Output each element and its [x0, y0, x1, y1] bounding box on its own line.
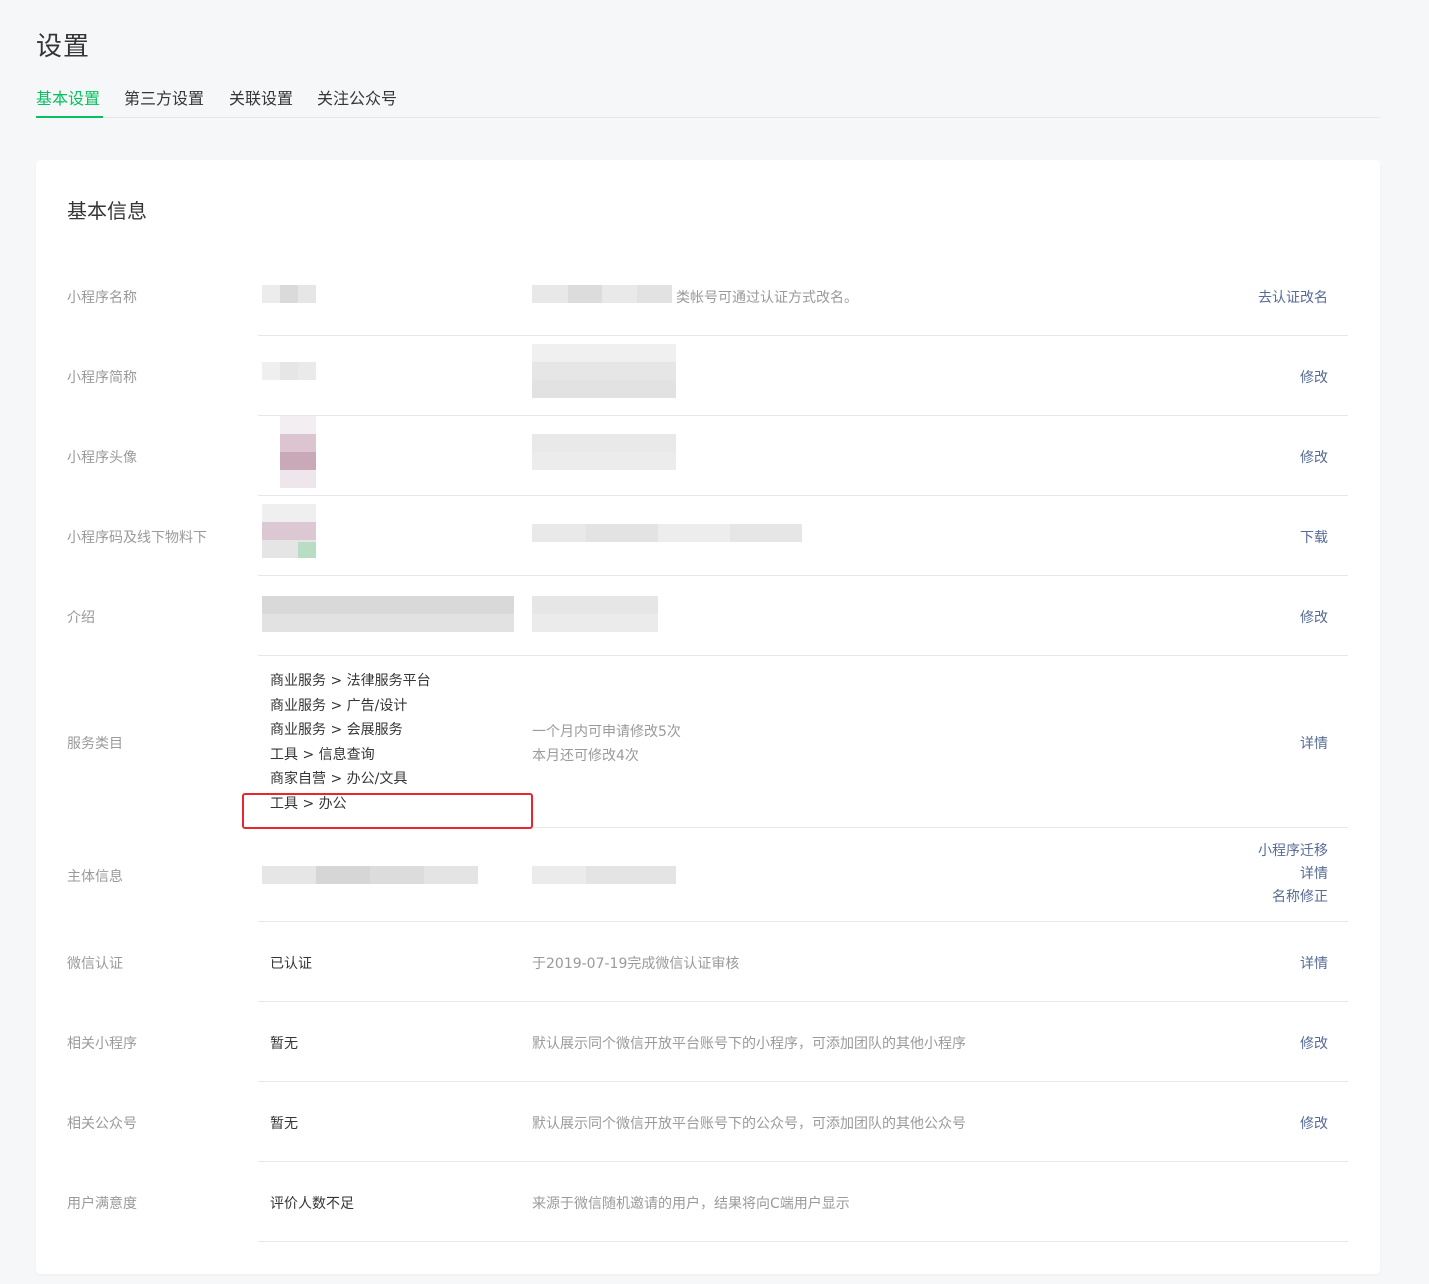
- tab-third-party-settings[interactable]: 第三方设置: [124, 86, 204, 117]
- category-desc-line: 本月还可修改4次: [532, 748, 639, 764]
- download-qrcode-link[interactable]: 下载: [1300, 527, 1328, 547]
- tab-basic-settings[interactable]: 基本设置: [36, 86, 103, 118]
- settings-tabs: 基本设置 第三方设置 关联设置 关注公众号: [36, 86, 1380, 118]
- row-label: 用户满意度: [67, 1196, 137, 1212]
- edit-related-mini-link[interactable]: 修改: [1300, 1033, 1328, 1053]
- satisfaction-value: 评价人数不足: [270, 1196, 354, 1212]
- category-item: 工具 > 信息查询: [270, 746, 375, 763]
- subject-details-link[interactable]: 详情: [1258, 863, 1328, 886]
- row-mini-program-name: 小程序名称 类帐号可通过认证方式改名。 去认证改名: [36, 255, 1380, 336]
- highlight-box: [242, 793, 533, 829]
- edit-short-name-link[interactable]: 修改: [1300, 367, 1328, 387]
- row-wechat-certification: 微信认证 已认证 于2019-07-19完成微信认证审核 详情: [36, 922, 1380, 1002]
- satisfaction-desc: 来源于微信随机邀请的用户，结果将向C端用户显示: [532, 1196, 850, 1212]
- blurred-intro-desc: [532, 596, 658, 632]
- section-title: 基本信息: [67, 199, 147, 223]
- row-label: 小程序简称: [67, 370, 137, 386]
- blurred-short-name-desc: [532, 344, 676, 398]
- row-introduction: 介绍 修改: [36, 576, 1380, 656]
- category-item: 商家自营 > 办公/文具: [270, 771, 408, 787]
- blurred-qrcode-desc: [532, 524, 802, 542]
- blurred-subject-desc: [532, 866, 676, 884]
- row-mini-program-avatar: 小程序头像 修改: [36, 416, 1380, 496]
- blurred-avatar-desc: [532, 434, 676, 470]
- category-desc: 一个月内可申请修改5次 本月还可修改4次: [532, 720, 681, 768]
- category-item: 商业服务 > 会展服务: [270, 722, 403, 738]
- row-label: 小程序码及线下物料下: [67, 530, 207, 546]
- row-service-categories: 服务类目 商业服务 > 法律服务平台 商业服务 > 广告/设计 商业服务 > 会…: [36, 656, 1380, 828]
- row-label: 微信认证: [67, 956, 123, 972]
- related-mini-desc: 默认展示同个微信开放平台账号下的小程序，可添加团队的其他小程序: [532, 1036, 966, 1052]
- page-title: 设置: [36, 32, 91, 62]
- edit-related-official-link[interactable]: 修改: [1300, 1113, 1328, 1133]
- row-label: 相关小程序: [67, 1036, 137, 1052]
- go-certify-rename-link[interactable]: 去认证改名: [1258, 287, 1328, 307]
- subject-actions: 小程序迁移 详情 名称修正: [1258, 840, 1328, 909]
- cert-desc: 于2019-07-19完成微信认证审核: [532, 956, 740, 972]
- blurred-subject-value: [262, 866, 478, 884]
- row-desc: 类帐号可通过认证方式改名。: [676, 290, 858, 306]
- related-official-desc: 默认展示同个微信开放平台账号下的公众号，可添加团队的其他公众号: [532, 1116, 966, 1132]
- blurred-name-desc: [532, 285, 672, 303]
- cert-status: 已认证: [270, 956, 312, 972]
- row-label: 介绍: [67, 610, 95, 626]
- row-label: 相关公众号: [67, 1116, 137, 1132]
- basic-info-card: 基本信息 小程序名称 类帐号可通过认证方式改名。 去认证改名 小程序简称 修改 …: [36, 160, 1380, 1274]
- migrate-mini-program-link[interactable]: 小程序迁移: [1258, 840, 1328, 863]
- tab-follow-official-account[interactable]: 关注公众号: [317, 86, 397, 117]
- category-item: 商业服务 > 广告/设计: [270, 697, 408, 714]
- name-correction-link[interactable]: 名称修正: [1258, 886, 1328, 909]
- category-desc-line: 一个月内可申请修改5次: [532, 724, 681, 740]
- row-related-mini-programs: 相关小程序 暂无 默认展示同个微信开放平台账号下的小程序，可添加团队的其他小程序…: [36, 1002, 1380, 1082]
- row-user-satisfaction: 用户满意度 评价人数不足 来源于微信随机邀请的用户，结果将向C端用户显示: [36, 1162, 1380, 1242]
- row-mini-program-short-name: 小程序简称 修改: [36, 336, 1380, 416]
- tab-association-settings[interactable]: 关联设置: [229, 86, 293, 117]
- blurred-short-name-value: [262, 362, 316, 380]
- row-label: 小程序头像: [67, 450, 137, 466]
- edit-avatar-link[interactable]: 修改: [1300, 447, 1328, 467]
- category-details-link[interactable]: 详情: [1300, 733, 1328, 753]
- row-divider: [258, 1241, 1348, 1242]
- row-label: 小程序名称: [67, 290, 137, 306]
- edit-intro-link[interactable]: 修改: [1300, 607, 1328, 627]
- blurred-qrcode-accent: [298, 542, 316, 558]
- cert-details-link[interactable]: 详情: [1300, 953, 1328, 973]
- blurred-avatar-image: [280, 416, 316, 488]
- related-official-value: 暂无: [270, 1116, 298, 1132]
- row-label: 服务类目: [67, 736, 123, 752]
- blurred-name-value: [262, 285, 316, 303]
- row-mini-program-qrcode: 小程序码及线下物料下 下载: [36, 496, 1380, 576]
- row-label: 主体信息: [67, 869, 123, 885]
- category-item: 商业服务 > 法律服务平台: [270, 673, 431, 689]
- row-subject-info: 主体信息 小程序迁移 详情 名称修正: [36, 828, 1380, 922]
- related-mini-value: 暂无: [270, 1036, 298, 1052]
- blurred-intro-value: [262, 596, 514, 632]
- row-related-official-accounts: 相关公众号 暂无 默认展示同个微信开放平台账号下的公众号，可添加团队的其他公众号…: [36, 1082, 1380, 1162]
